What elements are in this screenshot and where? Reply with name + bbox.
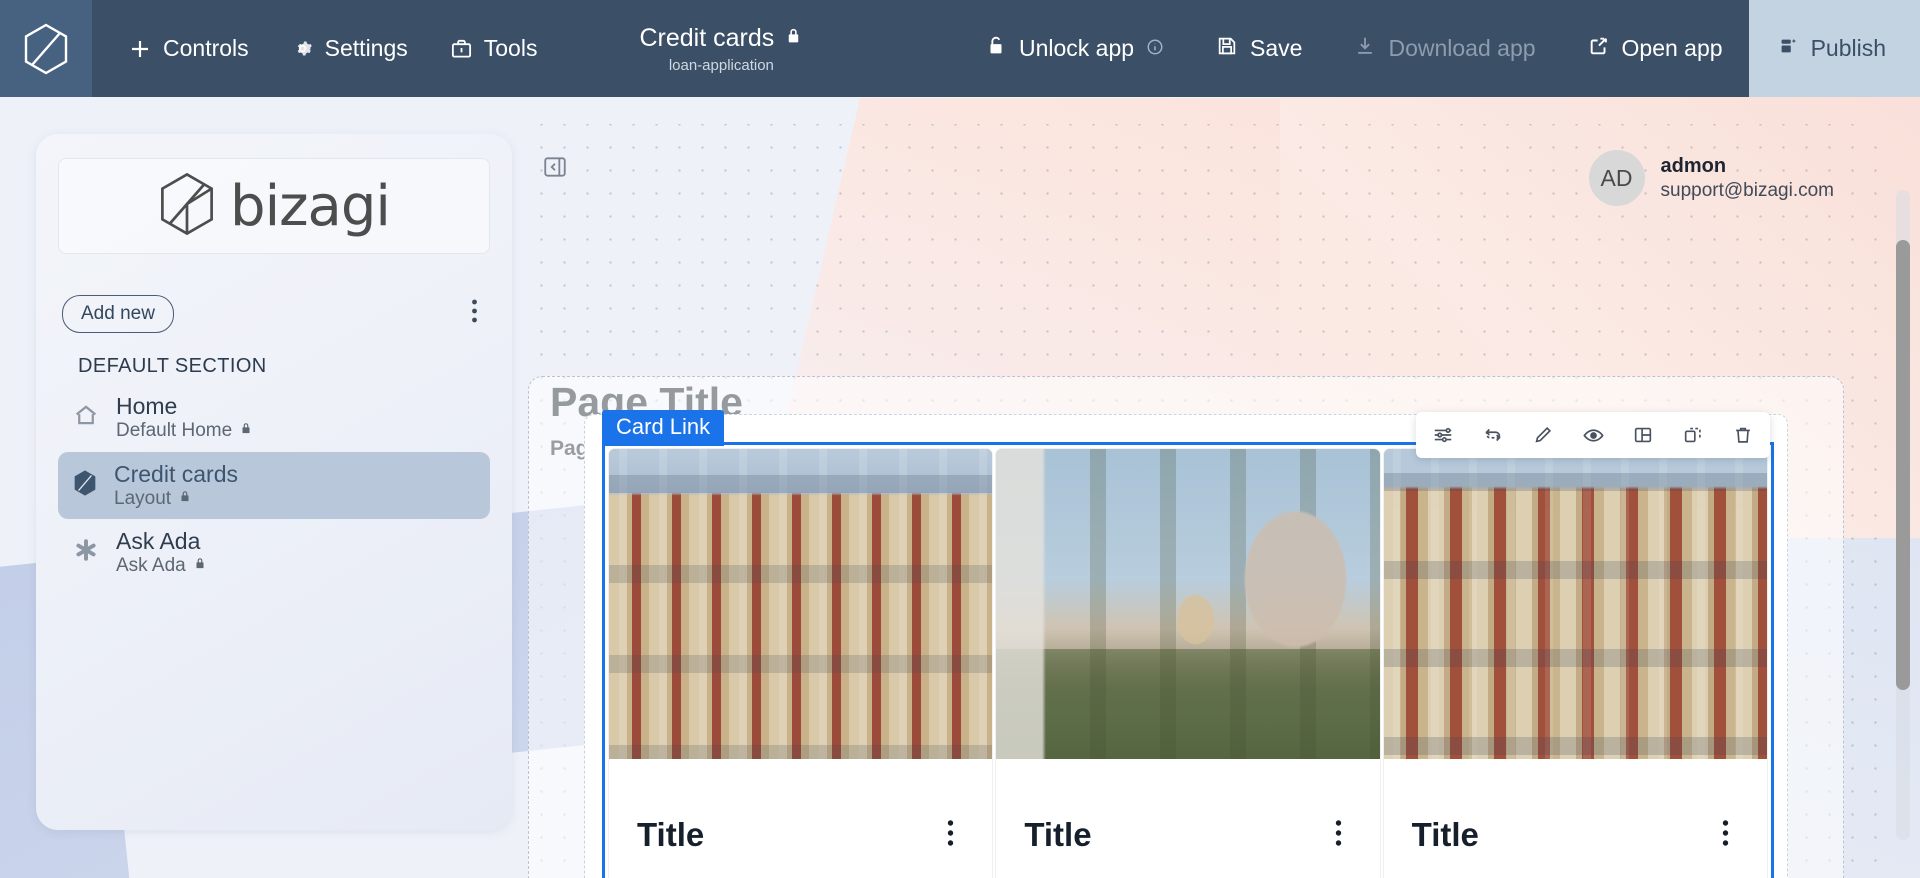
nav-controls-button[interactable]: Controls <box>110 25 267 72</box>
top-toolbar: Controls Settings Tools Credit cards loa… <box>0 0 1920 97</box>
gear-icon <box>291 37 314 60</box>
element-edit-toolbar <box>1416 412 1770 458</box>
asterisk-icon <box>72 536 100 569</box>
app-title-block: Credit cards loan-application <box>639 0 803 97</box>
user-info[interactable]: AD admon support@bizagi.com <box>1588 150 1834 206</box>
sidebar-item-home-title: Home <box>116 393 178 419</box>
app-subtitle: loan-application <box>668 56 774 74</box>
kebab-icon[interactable] <box>1712 813 1739 858</box>
card-image <box>996 449 1380 759</box>
card-list: Title Title Title <box>605 445 1771 878</box>
bizagi-hexagon-logo-icon <box>158 172 216 241</box>
selection-badge: Card Link <box>602 410 725 446</box>
user-email: support@bizagi.com <box>1660 179 1834 201</box>
add-new-button[interactable]: Add new <box>62 294 174 333</box>
user-name: admon <box>1660 154 1727 177</box>
save-icon <box>1216 35 1238 63</box>
rome-skyline-dome-image <box>996 449 1380 759</box>
panel-icon[interactable] <box>1622 416 1664 454</box>
card-title: Title <box>637 816 705 853</box>
card-body: Title <box>1384 759 1767 878</box>
card-title: Title <box>1024 816 1092 853</box>
toolbox-icon <box>450 37 473 60</box>
nav-controls-label: Controls <box>163 35 249 61</box>
card-item[interactable]: Title <box>1383 449 1767 878</box>
design-canvas: AD admon support@bizagi.com Page Title P… <box>520 124 1880 878</box>
card-image <box>609 449 993 759</box>
lock-icon <box>193 555 207 577</box>
nav-tools-label: Tools <box>483 35 538 61</box>
download-app-button[interactable]: Download app <box>1328 0 1561 97</box>
sidebar-item-ask-ada[interactable]: Ask Ada Ask Ada <box>58 519 490 587</box>
sidebar-item-credit-cards-subtitle: Layout <box>114 487 172 509</box>
publish-icon <box>1777 35 1799 63</box>
card-image <box>1383 449 1767 759</box>
save-label: Save <box>1250 35 1303 61</box>
home-icon <box>72 401 100 434</box>
toolbar-nav-group: Controls Settings Tools <box>92 0 555 97</box>
nav-tools-button[interactable]: Tools <box>432 25 556 72</box>
sidebar-actions-row: Add new <box>62 294 486 333</box>
sliders-icon[interactable] <box>1422 416 1464 454</box>
sidebar-panel: bizagi Add new DEFAULT SECTION Home Defa… <box>36 134 512 830</box>
swap-icon[interactable] <box>1472 416 1514 454</box>
lock-icon <box>784 26 803 51</box>
kebab-icon[interactable] <box>937 813 964 858</box>
plus-icon <box>128 37 152 61</box>
nav-settings-label: Settings <box>324 35 408 61</box>
sidebar-item-home[interactable]: Home Default Home <box>58 384 490 452</box>
open-app-button[interactable]: Open app <box>1562 0 1749 97</box>
publish-button[interactable]: Publish <box>1748 0 1920 97</box>
scrollbar-thumb[interactable] <box>1896 240 1910 690</box>
brand-name: bizagi <box>230 173 391 239</box>
info-icon[interactable] <box>1146 35 1164 62</box>
bizagi-hexagon-logo-icon[interactable] <box>0 0 92 97</box>
sidebar-item-credit-cards-title: Credit cards <box>114 460 238 487</box>
card-body: Title <box>609 759 992 878</box>
sidebar-item-ask-ada-title: Ask Ada <box>116 528 201 555</box>
sidebar-item-home-subtitle: Default Home <box>116 420 233 442</box>
unlock-icon <box>985 34 1007 64</box>
baroque-palace-facade-image <box>609 449 993 759</box>
sidebar-nav-list: Home Default Home Credit cards Layout As… <box>58 384 490 587</box>
eye-icon[interactable] <box>1572 416 1614 454</box>
duplicate-icon[interactable] <box>1672 416 1714 454</box>
sidebar-item-ask-ada-subtitle: Ask Ada <box>116 555 186 577</box>
card-item[interactable]: Title <box>996 449 1380 878</box>
unlock-app-label: Unlock app <box>1018 35 1135 61</box>
card-item[interactable]: Title <box>609 449 993 878</box>
card-title: Title <box>1411 816 1479 853</box>
sidebar-overflow-menu-icon[interactable] <box>463 294 486 333</box>
canvas-scrollbar[interactable] <box>1896 190 1910 840</box>
baroque-palace-facade-image <box>1383 449 1767 759</box>
toolbar-actions: Unlock app Save Download app Open app Pu… <box>959 0 1920 97</box>
card-link-widget[interactable]: Card Link Title Title Title <box>602 410 1774 878</box>
sidebar-item-credit-cards[interactable]: Credit cards Layout <box>58 451 490 520</box>
avatar: AD <box>1588 150 1645 206</box>
brand-logo-box: bizagi <box>58 158 490 254</box>
unlock-app-button[interactable]: Unlock app <box>959 0 1190 97</box>
collapse-panel-icon[interactable] <box>542 154 568 185</box>
download-icon <box>1354 35 1376 63</box>
card-body: Title <box>996 759 1379 878</box>
lock-icon <box>239 420 253 442</box>
section-label: DEFAULT SECTION <box>78 355 267 377</box>
save-button[interactable]: Save <box>1190 0 1328 97</box>
download-app-label: Download app <box>1388 35 1536 61</box>
nav-settings-button[interactable]: Settings <box>273 25 426 72</box>
lock-icon <box>178 488 192 510</box>
external-link-icon <box>1588 35 1610 63</box>
publish-label: Publish <box>1810 35 1886 61</box>
trash-icon[interactable] <box>1722 416 1764 454</box>
kebab-icon[interactable] <box>1325 813 1352 858</box>
pencil-icon[interactable] <box>1522 416 1564 454</box>
layout-icon <box>72 469 98 502</box>
open-app-label: Open app <box>1621 35 1723 61</box>
app-title: Credit cards <box>639 23 775 52</box>
